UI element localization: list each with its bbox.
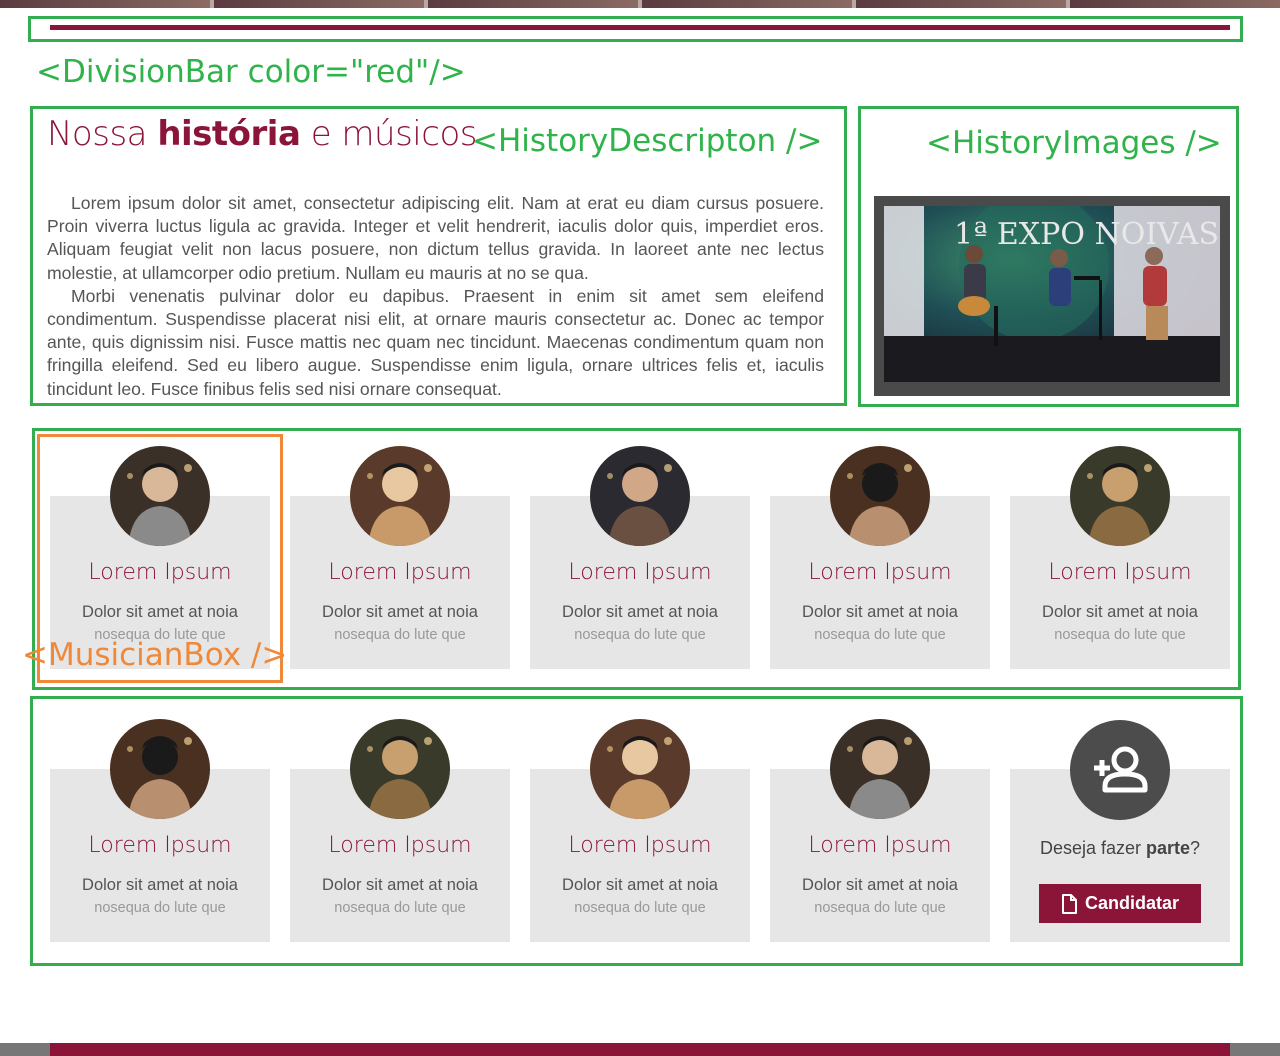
history-images-annotation-label: <HistoryImages /> [926, 125, 1222, 161]
musician-name: Lorem Ipsum [568, 560, 712, 585]
musician-avatar [830, 446, 930, 546]
musician-avatar [590, 719, 690, 819]
history-description-annotation-label: <HistoryDescripton /> [472, 123, 823, 159]
musician-subtitle: Dolor sit amet at noia [322, 876, 478, 894]
musician-detail: nosequa do lute que [574, 627, 706, 643]
musician-avatar [350, 719, 450, 819]
person-add-icon[interactable] [1070, 720, 1170, 820]
history-photo-frame: 1ª EXPO NOIVAS [874, 196, 1230, 396]
musician-subtitle: Dolor sit amet at noia [802, 603, 958, 621]
division-bar-annotation-label: <DivisionBar color="red"/> [36, 54, 466, 90]
musician-name: Lorem Ipsum [328, 833, 472, 858]
footer-bar [0, 1043, 1280, 1056]
musician-detail: nosequa do lute que [334, 900, 466, 916]
musician-avatar [590, 446, 690, 546]
musician-name: Lorem Ipsum [1048, 560, 1192, 585]
musician-name: Lorem Ipsum [568, 833, 712, 858]
musician-avatar [1070, 446, 1170, 546]
musician-name: Lorem Ipsum [808, 833, 952, 858]
apply-button-label: Candidatar [1084, 893, 1180, 913]
musician-box-annotation-label: <MusicianBox /> [22, 637, 288, 673]
musician-detail: nosequa do lute que [94, 900, 226, 916]
musician-name: Lorem Ipsum [88, 833, 232, 858]
musician-subtitle: Dolor sit amet at noia [802, 876, 958, 894]
musician-subtitle: Dolor sit amet at noia [1042, 603, 1198, 621]
musician-detail: nosequa do lute que [1054, 627, 1186, 643]
join-question: Deseja fazer parte? [1039, 838, 1201, 858]
musician-name: Lorem Ipsum [808, 560, 952, 585]
photo-banner-text: 1ª EXPO NOIVAS [954, 217, 1219, 252]
division-bar [50, 25, 1230, 30]
history-paragraph-1: Lorem ipsum dolor sit amet, consectetur … [47, 193, 824, 283]
history-photo: 1ª EXPO NOIVAS [884, 206, 1220, 382]
apply-button[interactable]: Candidatar [1039, 884, 1201, 923]
musician-detail: nosequa do lute que [814, 900, 946, 916]
musician-subtitle: Dolor sit amet at noia [562, 876, 718, 894]
musician-subtitle: Dolor sit amet at noia [322, 603, 478, 621]
document-icon [1061, 893, 1077, 914]
musician-avatar [830, 719, 930, 819]
musician-detail: nosequa do lute que [814, 627, 946, 643]
musician-avatar [350, 446, 450, 546]
musician-subtitle: Dolor sit amet at noia [562, 603, 718, 621]
history-paragraph-2: Morbi venenatis pulvinar dolor eu dapibu… [47, 285, 824, 399]
musician-avatar [110, 719, 210, 819]
musician-detail: nosequa do lute que [574, 900, 706, 916]
musician-subtitle: Dolor sit amet at noia [82, 876, 238, 894]
history-title: Nossa história e músicos [47, 114, 477, 154]
history-text: Lorem ipsum dolor sit amet, consectetur … [47, 192, 824, 401]
musician-detail: nosequa do lute que [334, 627, 466, 643]
top-nav-strip [0, 0, 1280, 8]
musician-name: Lorem Ipsum [328, 560, 472, 585]
